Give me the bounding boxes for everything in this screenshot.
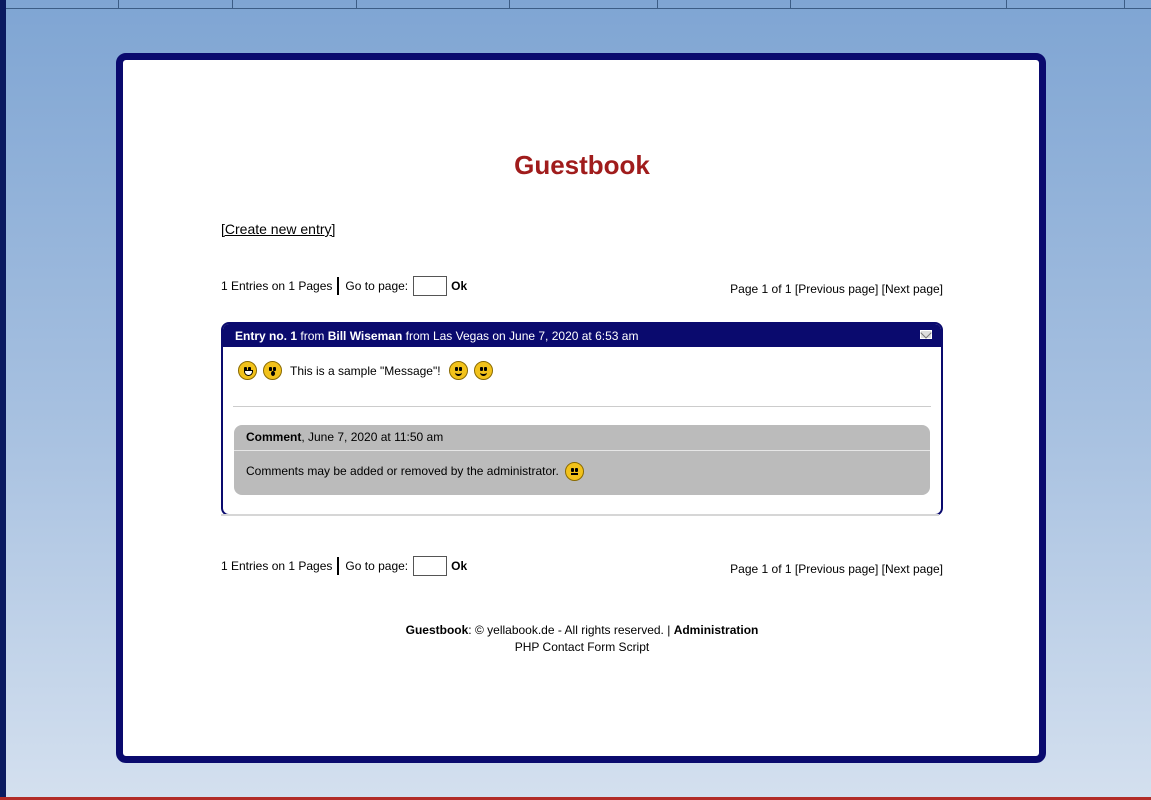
top-strip-cell [510,0,658,8]
grin-smiley-icon [238,361,257,380]
happy-smiley-icon [473,361,493,380]
top-strip-cell [658,0,791,8]
entry-divider [233,406,931,407]
entry-from-word: from [300,328,325,343]
goto-label: Go to page: [345,559,409,573]
comment-date: , June 7, 2020 at 11:50 am [301,430,444,444]
create-entry-row: [Create new entry] [221,221,335,237]
footer: Guestbook: © yellabook.de - All rights r… [221,622,943,656]
contact-form-script-link[interactable]: PHP Contact Form Script [221,639,943,656]
goto-page-input[interactable] [413,276,448,296]
previous-page-link[interactable]: [Previous page] [795,282,878,296]
entries-summary: 1 Entries on 1 Pages [221,279,333,293]
footer-line: Guestbook: © yellabook.de - All rights r… [221,622,943,639]
create-entry-link[interactable]: [Create new entry] [221,221,335,237]
top-tab-strip [6,0,1151,9]
goto-page-input[interactable] [413,556,448,576]
top-strip-cell [6,0,119,8]
administration-link[interactable]: Administration [674,623,759,637]
pager-separator [337,277,340,295]
page-title: Guestbook [514,150,650,180]
goto-ok-button[interactable]: Ok [451,279,467,293]
goto-label: Go to page: [345,279,409,293]
entry-number: Entry no. 1 [235,328,298,343]
pager-right: Page 1 of 1 [Previous page] [Next page] [730,562,943,576]
top-strip-cell [1007,0,1125,8]
comment-header: Comment, June 7, 2020 at 11:50 am [234,425,930,451]
page-info: Page 1 of 1 [730,282,792,296]
pager-right: Page 1 of 1 [Previous page] [Next page] [730,282,943,296]
top-strip-cell [791,0,1007,8]
entries-summary: 1 Entries on 1 Pages [221,559,333,573]
next-page-link[interactable]: [Next page] [882,282,943,296]
next-page-link[interactable]: [Next page] [882,562,943,576]
footer-copyright: : © yellabook.de - All rights reserved. … [468,623,674,637]
footer-brand: Guestbook [405,623,469,637]
entry-bottom-line [221,514,939,516]
pager-separator [337,557,340,575]
guestbook-card: Guestbook [Create new entry] 1 Entries o… [116,53,1046,763]
window-left-edge [0,0,6,800]
top-strip-cell [357,0,510,8]
page-info: Page 1 of 1 [730,562,792,576]
previous-page-link[interactable]: [Previous page] [795,562,878,576]
email-icon[interactable] [920,330,932,339]
entry-header: Entry no. 1 from Bill Wiseman from Las V… [223,324,941,347]
pager-left: 1 Entries on 1 Pages Go to page: Ok [221,556,467,576]
guestbook-entry: Entry no. 1 from Bill Wiseman from Las V… [221,322,943,516]
entry-location-date: from Las Vegas on June 7, 2020 at 6:53 a… [405,328,639,343]
top-strip-cell [233,0,357,8]
admin-comment: Comment, June 7, 2020 at 11:50 am Commen… [234,425,930,495]
pager-top: 1 Entries on 1 Pages Go to page: Ok Page… [221,274,943,298]
unamused-smiley-icon [564,461,584,481]
goto-ok-button[interactable]: Ok [451,559,467,573]
comment-body: Comments may be added or removed by the … [234,451,930,491]
happy-smiley-icon [448,361,468,380]
pager-left: 1 Entries on 1 Pages Go to page: Ok [221,276,467,296]
pager-bottom: 1 Entries on 1 Pages Go to page: Ok Page… [221,554,943,578]
message-text: This is a sample "Message"! [290,363,441,378]
entry-author: Bill Wiseman [327,328,403,343]
comment-label: Comment [246,430,302,444]
top-strip-cell [119,0,233,8]
entry-message: This is a sample "Message"! [238,361,499,380]
shocked-smiley-icon [263,361,282,380]
comment-text: Comments may be added or removed by the … [246,464,559,478]
